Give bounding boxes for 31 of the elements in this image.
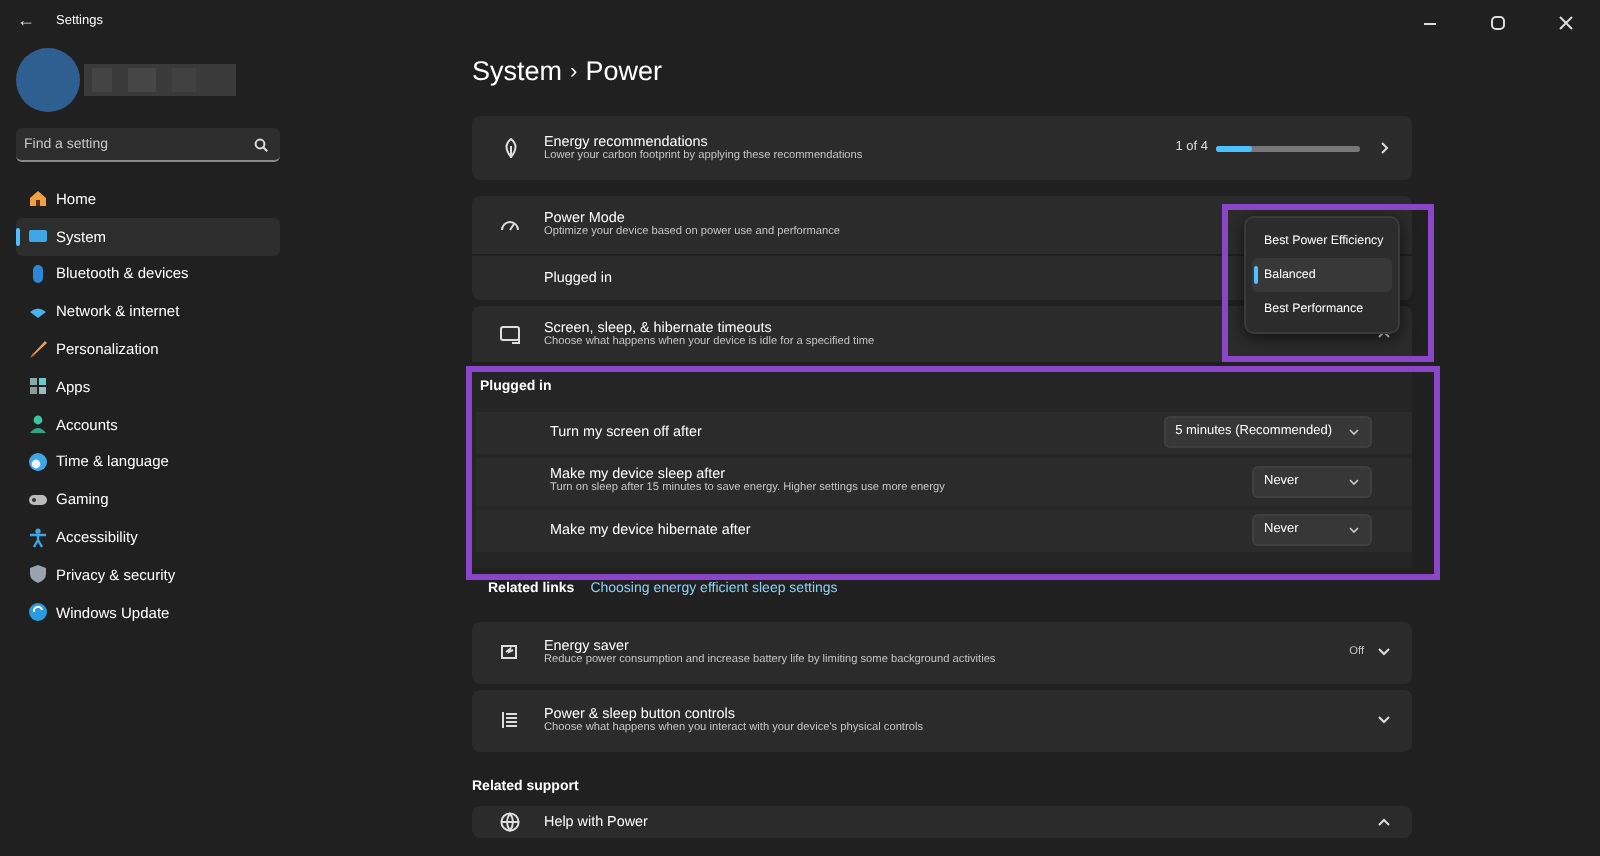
bluetooth-icon [28,263,48,284]
globe-icon [500,812,520,832]
screen-icon [500,325,520,343]
search-icon [254,138,268,152]
monitor-icon [28,226,48,247]
chevron-down-icon [1348,524,1360,536]
breadcrumb-separator: › [570,57,578,88]
accessibility-icon [28,527,48,548]
brush-icon [28,339,48,360]
person-icon [28,414,48,435]
update-icon [28,602,48,623]
chevron-down-icon [1348,426,1360,438]
breadcrumb-parent[interactable]: System [472,51,563,93]
chevron-down-icon [1348,475,1360,487]
apps-icon [28,376,48,397]
house-icon [28,188,48,209]
back-button[interactable]: ← [4,0,48,44]
leaf-icon [501,138,519,158]
close-icon [1556,13,1576,31]
page-title: Power [585,53,662,90]
avatar [16,48,80,112]
chevron-right-icon [1376,140,1392,156]
gamepad-icon [28,489,48,510]
chevron-up-icon[interactable] [1376,814,1392,830]
chevron-down-icon[interactable] [1376,712,1392,728]
list-icon [500,710,520,730]
gauge-icon [500,217,520,233]
chevron-down-icon[interactable] [1376,644,1392,660]
shield-icon [28,564,48,585]
energy-saver-icon [500,642,520,662]
maximize-icon [1488,13,1508,31]
